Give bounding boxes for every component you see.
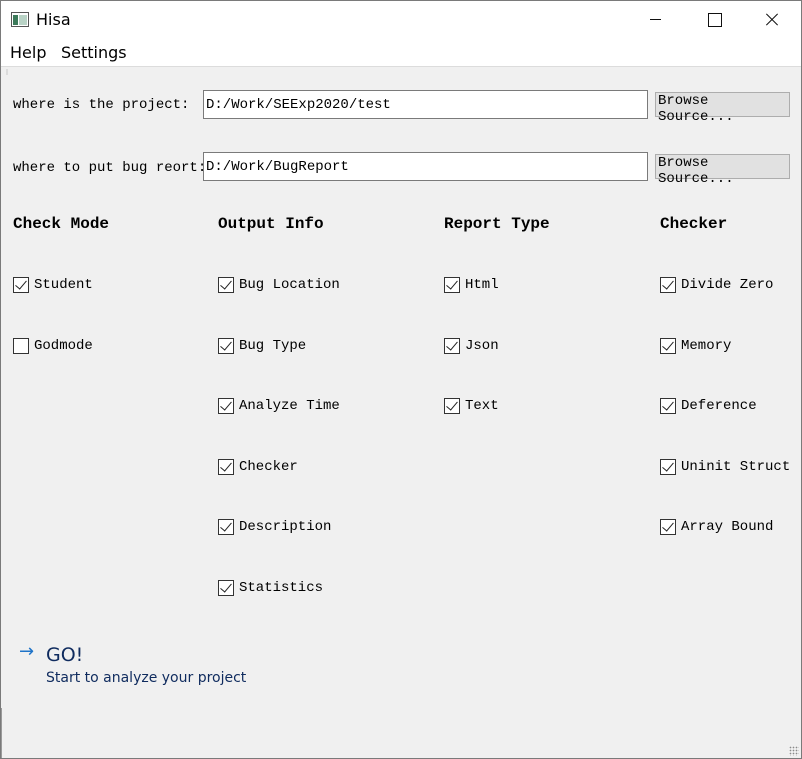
checkbox-html[interactable]: Html	[444, 276, 499, 294]
checkbox-box[interactable]	[218, 519, 234, 535]
toolbar-grip-handle[interactable]	[1, 66, 801, 76]
resize-grip-icon[interactable]	[789, 746, 799, 756]
checkbox-box[interactable]	[660, 398, 676, 414]
checkbox-label: Checker	[239, 459, 298, 475]
checkbox-box[interactable]	[218, 277, 234, 293]
app-icon	[11, 12, 29, 27]
menu-bar: Help Settings	[1, 39, 801, 66]
checkbox-box[interactable]	[660, 277, 676, 293]
go-title: GO!	[46, 644, 84, 666]
checkbox-label: Divide Zero	[681, 277, 774, 293]
browse-report-button[interactable]: Browse Source...	[655, 154, 790, 187]
checkbox-label: Bug Location	[239, 277, 340, 293]
menu-settings[interactable]: Settings	[61, 43, 127, 62]
checkbox-analyze-time[interactable]: Analyze Time	[218, 397, 340, 415]
check-mode-heading: Check Mode	[13, 215, 110, 233]
checkbox-box[interactable]	[218, 338, 234, 354]
checkbox-box[interactable]	[218, 398, 234, 414]
checkbox-label: Student	[34, 277, 93, 293]
output-info-heading: Output Info	[218, 215, 324, 233]
checkbox-label: Json	[465, 338, 499, 354]
checkbox-divide-zero[interactable]: Divide Zero	[660, 276, 773, 294]
checkbox-student[interactable]: Student	[13, 276, 93, 294]
checkbox-label: Memory	[681, 338, 732, 354]
checkbox-label: Analyze Time	[239, 398, 340, 414]
arrow-right-icon: →	[19, 641, 35, 662]
maximize-button[interactable]	[685, 1, 743, 39]
checkbox-uninit-struct[interactable]: Uninit Struct	[660, 458, 790, 476]
checkbox-box[interactable]	[444, 277, 460, 293]
browse-project-button[interactable]: Browse Source...	[655, 92, 790, 125]
checkbox-label: Bug Type	[239, 338, 307, 354]
checkbox-label: Array Bound	[681, 519, 774, 535]
report-path-label: where to put bug reort:	[13, 160, 207, 176]
checkbox-label: Html	[465, 277, 499, 293]
go-command-link[interactable]: → GO! Start to analyze your project	[19, 641, 259, 689]
status-bar	[1, 708, 801, 758]
checkbox-description[interactable]: Description	[218, 518, 331, 536]
go-subtitle: Start to analyze your project	[46, 670, 247, 686]
checkbox-label: Godmode	[34, 338, 93, 354]
checkbox-godmode[interactable]: Godmode	[13, 337, 93, 355]
checkbox-json[interactable]: Json	[444, 337, 499, 355]
project-path-input[interactable]	[203, 90, 648, 119]
checkbox-box[interactable]	[218, 459, 234, 475]
checkbox-deference[interactable]: Deference	[660, 397, 757, 415]
checkbox-text[interactable]: Text	[444, 397, 499, 415]
checkbox-array-bound[interactable]: Array Bound	[660, 518, 773, 536]
checkbox-bug-type[interactable]: Bug Type	[218, 337, 306, 355]
checkbox-box[interactable]	[444, 398, 460, 414]
checkbox-box[interactable]	[444, 338, 460, 354]
checkbox-statistics[interactable]: Statistics	[218, 579, 323, 597]
title-bar[interactable]: Hisa	[1, 1, 801, 39]
checkbox-box[interactable]	[660, 459, 676, 475]
checker-heading: Checker	[660, 215, 728, 233]
checkbox-box[interactable]	[660, 338, 676, 354]
checkbox-label: Deference	[681, 398, 757, 414]
checkbox-label: Text	[465, 398, 499, 414]
checkbox-label: Statistics	[239, 580, 324, 596]
checkbox-box[interactable]	[13, 277, 29, 293]
checkbox-checker-info[interactable]: Checker	[218, 458, 298, 476]
window-title: Hisa	[36, 10, 71, 29]
report-type-heading: Report Type	[444, 215, 550, 233]
checkbox-bug-location[interactable]: Bug Location	[218, 276, 340, 294]
checkbox-box[interactable]	[13, 338, 29, 354]
checkbox-label: Uninit Struct	[681, 459, 791, 475]
checkbox-memory[interactable]: Memory	[660, 337, 731, 355]
main-window: Hisa Help Settings where is the project:…	[0, 0, 802, 759]
checkbox-label: Description	[239, 519, 332, 535]
checkbox-box[interactable]	[218, 580, 234, 596]
project-path-label: where is the project:	[13, 97, 190, 113]
close-button[interactable]	[743, 1, 801, 39]
checkbox-box[interactable]	[660, 519, 676, 535]
menu-help[interactable]: Help	[10, 43, 46, 62]
report-path-input[interactable]	[203, 152, 648, 181]
minimize-button[interactable]	[627, 1, 685, 39]
